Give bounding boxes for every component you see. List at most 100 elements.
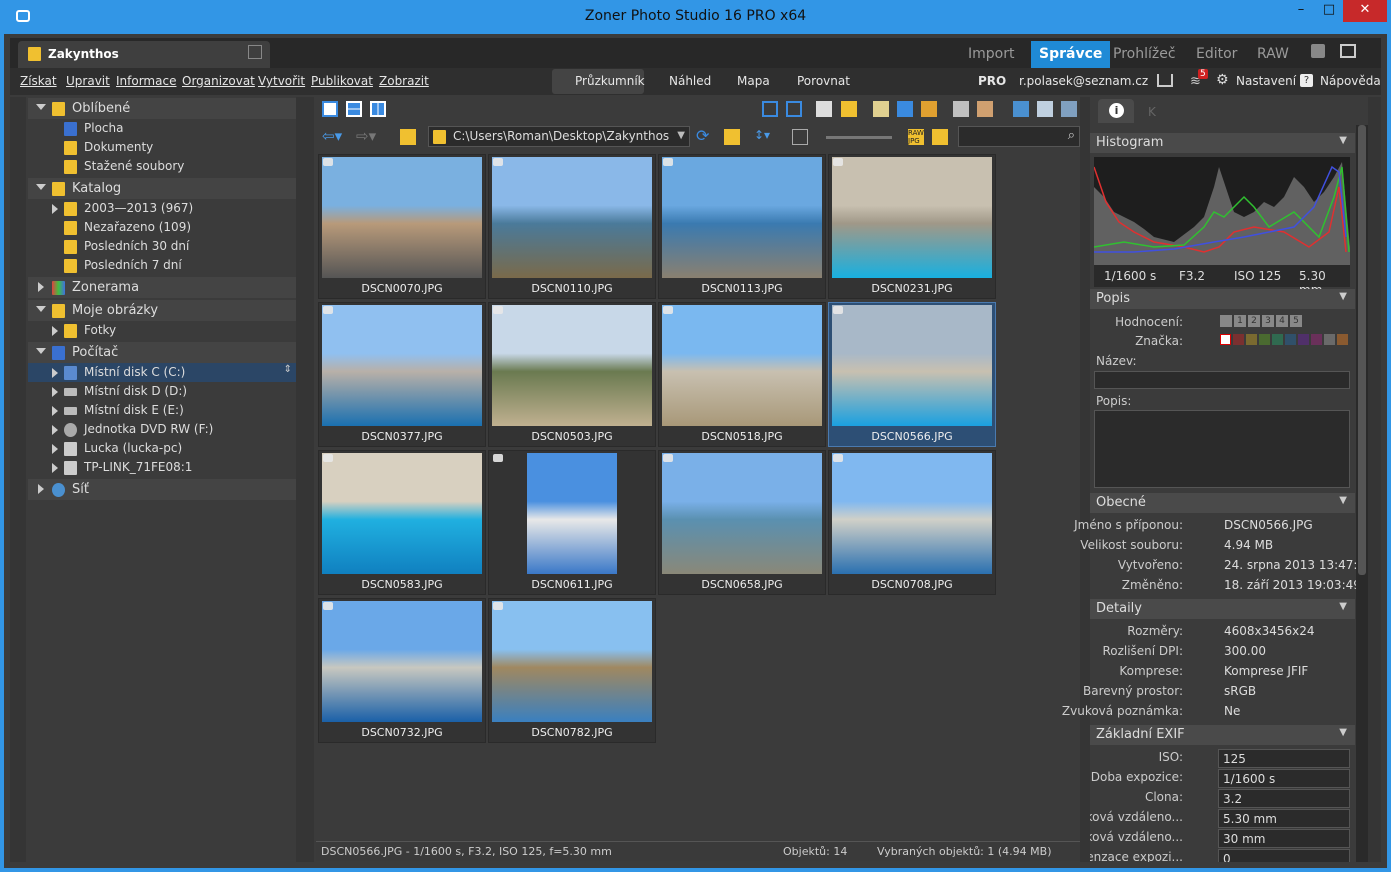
tree-stazene[interactable]: Stažené soubory xyxy=(28,157,296,176)
layout-horizontal-icon[interactable] xyxy=(346,101,362,117)
tab-raw[interactable]: RAW xyxy=(1257,46,1289,62)
thumbnail-item[interactable]: DSCN0377.JPG xyxy=(318,302,486,447)
menu-zobrazit[interactable]: Zobrazit xyxy=(379,74,429,88)
sort-icon[interactable]: ↕▾ xyxy=(754,128,770,142)
maximize-button[interactable]: □ xyxy=(1315,0,1343,22)
menu-publikovat[interactable]: Publikovat xyxy=(311,74,373,88)
search-input[interactable]: ⌕ xyxy=(958,126,1080,147)
tree-katalog-2[interactable]: Nezařazeno (109) xyxy=(28,218,296,237)
layout-single-icon[interactable] xyxy=(322,101,338,117)
tab-prohlizec[interactable]: Prohlížeč xyxy=(1113,46,1176,62)
settings-link[interactable]: Nastavení xyxy=(1236,74,1296,88)
back-icon[interactable]: ⇦▾ xyxy=(322,127,342,145)
copy-icon[interactable] xyxy=(897,101,913,117)
thumbnail-item[interactable]: DSCN0231.JPG xyxy=(828,154,996,299)
label-color-swatch[interactable] xyxy=(1311,334,1322,345)
menu-informace[interactable]: Informace xyxy=(116,74,176,88)
export-icon[interactable] xyxy=(1037,101,1053,117)
raw-jpg-icon[interactable]: RAW JPG xyxy=(908,129,924,145)
thumbnail-item[interactable]: DSCN0708.JPG xyxy=(828,450,996,595)
panel-scrollbar-thumb[interactable] xyxy=(1358,125,1366,575)
section-histogram[interactable]: Histogram ▼ xyxy=(1090,133,1355,153)
section-popis[interactable]: Popis ▼ xyxy=(1090,289,1355,309)
property-input[interactable]: 30 mm xyxy=(1218,829,1350,848)
menu-organizovat[interactable]: Organizovat xyxy=(182,74,255,88)
monitor-icon[interactable] xyxy=(1340,44,1356,58)
thumbnail-item[interactable]: DSCN0110.JPG xyxy=(488,154,656,299)
tree-disk-d[interactable]: Místní disk D (D:) xyxy=(28,382,296,401)
tree-zonerama[interactable]: Zonerama xyxy=(28,277,296,298)
share-icon[interactable] xyxy=(1061,101,1077,117)
rating-star-2[interactable]: 2 xyxy=(1248,315,1260,327)
tree-tplink[interactable]: TP-LINK_71FE08:1 xyxy=(28,458,296,477)
rating-star-3[interactable]: 3 xyxy=(1262,315,1274,327)
tab-spravce[interactable]: Správce xyxy=(1031,41,1111,68)
label-color-swatch[interactable] xyxy=(1337,334,1348,345)
property-input[interactable]: 3.2 xyxy=(1218,789,1350,808)
menu-upravit[interactable]: Upravit xyxy=(66,74,110,88)
email-icon[interactable] xyxy=(841,101,857,117)
rating-stars[interactable]: 12345 xyxy=(1220,315,1304,328)
tree-oblibene[interactable]: Oblíbené xyxy=(28,98,296,119)
rotate-left-icon[interactable] xyxy=(762,101,778,117)
batch-icon[interactable] xyxy=(977,101,993,117)
tree-disk-c[interactable]: Místní disk C (C:) ⇕ xyxy=(28,363,296,382)
label-color-swatch[interactable] xyxy=(1246,334,1257,345)
edit-icon[interactable] xyxy=(248,45,262,59)
left-splitter[interactable] xyxy=(296,97,314,862)
thumbnail-item[interactable]: DSCN0732.JPG xyxy=(318,598,486,743)
view-mode-icon[interactable] xyxy=(792,129,808,145)
folder-icon[interactable] xyxy=(932,129,948,145)
rating-star-5[interactable]: 5 xyxy=(1290,315,1302,327)
tree-lucka[interactable]: Lucka (lucka-pc) xyxy=(28,439,296,458)
view-pruzkumnik[interactable]: Průzkumník xyxy=(552,69,645,94)
section-obecne[interactable]: Obecné ▼ xyxy=(1090,493,1355,513)
menu-vytvorit[interactable]: Vytvořit xyxy=(258,74,305,88)
property-input[interactable]: 0 xyxy=(1218,849,1350,862)
menu-ziskat[interactable]: Získat xyxy=(20,74,57,88)
refresh-icon[interactable]: ⟳ xyxy=(696,126,709,145)
rotate-right-icon[interactable] xyxy=(786,101,802,117)
panel-scrollbar[interactable] xyxy=(1356,125,1368,862)
cart-icon[interactable] xyxy=(1157,74,1173,87)
thumbnail-item[interactable]: DSCN0782.JPG xyxy=(488,598,656,743)
forward-icon[interactable]: ⇨▾ xyxy=(356,127,376,145)
description-textarea[interactable] xyxy=(1094,410,1350,488)
folder-up-icon[interactable] xyxy=(400,129,416,145)
help-icon[interactable] xyxy=(1311,44,1325,58)
tree-dokumenty[interactable]: Dokumenty xyxy=(28,138,296,157)
label-color-swatch[interactable] xyxy=(1285,334,1296,345)
no-rating-icon[interactable] xyxy=(1220,315,1232,327)
property-input[interactable]: 5.30 mm xyxy=(1218,809,1350,828)
document-tab[interactable]: Zakynthos xyxy=(18,41,270,68)
tab-import[interactable]: Import xyxy=(968,46,1014,62)
section-detaily[interactable]: Detaily ▼ xyxy=(1090,599,1355,619)
thumbnail-item[interactable]: DSCN0503.JPG xyxy=(488,302,656,447)
account-email[interactable]: r.polasek@seznam.cz xyxy=(1019,74,1148,88)
thumbnail-item[interactable]: DSCN0611.JPG xyxy=(488,450,656,595)
thumbnail-item[interactable]: DSCN0583.JPG xyxy=(318,450,486,595)
close-button[interactable]: ✕ xyxy=(1343,0,1387,22)
view-porovnat[interactable]: Porovnat xyxy=(797,74,850,88)
title-input[interactable] xyxy=(1094,371,1350,389)
view-mapa[interactable]: Mapa xyxy=(737,74,770,88)
tree-katalog-1[interactable]: 2003—2013 (967) xyxy=(28,199,296,218)
tree-katalog[interactable]: Katalog xyxy=(28,178,296,199)
tab-info[interactable]: i xyxy=(1098,99,1134,123)
section-exif[interactable]: Základní EXIF ▼ xyxy=(1090,725,1355,745)
tree-pocitac[interactable]: Počítač xyxy=(28,342,296,363)
property-input[interactable]: 1/1600 s xyxy=(1218,769,1350,788)
tree-katalog-4[interactable]: Posledních 7 dní xyxy=(28,256,296,275)
tools-icon[interactable] xyxy=(953,101,969,117)
new-folder-icon[interactable] xyxy=(724,129,740,145)
property-input[interactable]: 125 xyxy=(1218,749,1350,768)
tree-moje-obrazky[interactable]: Moje obrázky xyxy=(28,300,296,321)
layout-vertical-icon[interactable] xyxy=(370,101,386,117)
label-color-swatch[interactable] xyxy=(1324,334,1335,345)
label-color-swatch[interactable] xyxy=(1298,334,1309,345)
path-field[interactable]: C:\Users\Roman\Desktop\Zakynthos ▼ xyxy=(428,126,690,147)
tree-disk-e[interactable]: Místní disk E (E:) xyxy=(28,401,296,420)
album-icon[interactable] xyxy=(873,101,889,117)
tree-katalog-3[interactable]: Posledních 30 dní xyxy=(28,237,296,256)
enhance-icon[interactable] xyxy=(1013,101,1029,117)
